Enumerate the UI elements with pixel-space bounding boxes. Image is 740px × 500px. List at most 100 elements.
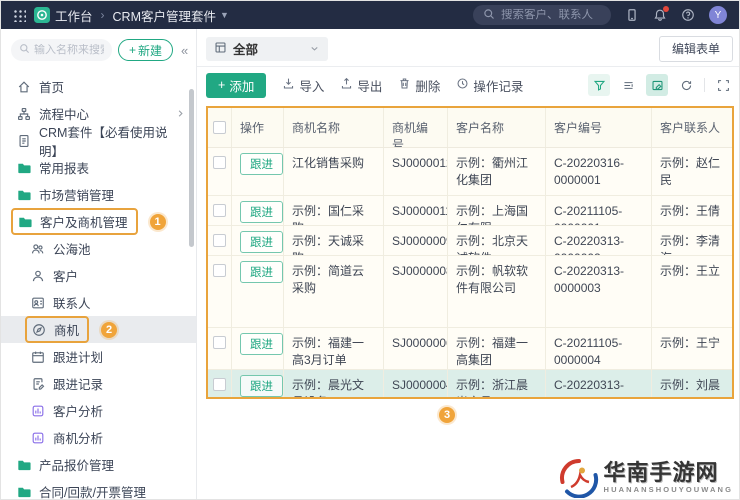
folder-icon bbox=[17, 485, 31, 499]
opportunity-code-cell[interactable]: SJ0000008 bbox=[384, 256, 448, 327]
customer-code-cell[interactable]: C-20220313-0000003 bbox=[546, 256, 652, 327]
sidebar-item-customer-analysis[interactable]: 客户分析 bbox=[1, 397, 196, 424]
table-row: 跟进 示例：简道云采购 SJ0000008 示例：帆软软件有限公司 C-2022… bbox=[208, 256, 732, 328]
row-checkbox[interactable] bbox=[213, 234, 226, 247]
column-header-opportunity-code[interactable]: 商机编号 bbox=[384, 108, 448, 147]
help-icon[interactable] bbox=[681, 8, 695, 22]
customer-contact-cell[interactable]: 示例：刘晨 bbox=[652, 370, 732, 397]
plus-icon: + bbox=[129, 43, 137, 57]
sidebar-item-marketing-mgmt[interactable]: 市场营销管理 bbox=[1, 181, 196, 208]
sidebar-item-follow-plan[interactable]: 跟进计划 bbox=[1, 343, 196, 370]
sidebar-item-customer-opportunity-mgmt[interactable]: 客户及商机管理 1 bbox=[1, 208, 196, 235]
customer-contact-cell[interactable]: 示例：王宁 bbox=[652, 328, 732, 369]
opportunity-name-cell[interactable]: 示例：天诚采购 bbox=[284, 226, 384, 255]
column-header-customer-contact[interactable]: 客户联系人 bbox=[652, 108, 732, 147]
collapse-sidebar-icon[interactable]: « bbox=[179, 43, 190, 58]
sidebar-search[interactable] bbox=[11, 39, 112, 61]
sidebar-item-contract-mgmt[interactable]: 合同/回款/开票管理 bbox=[1, 478, 196, 499]
sidebar-item-follow-records[interactable]: 跟进记录 bbox=[1, 370, 196, 397]
customer-contact-cell[interactable]: 示例：王倩 bbox=[652, 196, 732, 225]
sidebar-item-product-quote-mgmt[interactable]: 产品报价管理 bbox=[1, 451, 196, 478]
customer-contact-cell[interactable]: 示例：李清海 bbox=[652, 226, 732, 255]
sidebar-item-public-pool[interactable]: 公海池 bbox=[1, 235, 196, 262]
edit-form-button[interactable]: 编辑表单 bbox=[658, 35, 733, 62]
column-header-action[interactable]: 操作 bbox=[232, 108, 284, 147]
notifications-bell-icon[interactable] bbox=[653, 6, 669, 22]
chevron-down-icon: ▼ bbox=[219, 10, 229, 20]
column-header-opportunity-name[interactable]: 商机名称 bbox=[284, 108, 384, 147]
refresh-icon[interactable] bbox=[675, 74, 697, 96]
sidebar-item-crm-guide[interactable]: CRM套件【必看使用说明】 bbox=[1, 126, 196, 159]
watermark-title: 华南手游网 bbox=[603, 460, 719, 486]
column-settings-icon[interactable] bbox=[617, 74, 639, 96]
sidebar-item-home[interactable]: 首页 bbox=[1, 73, 196, 100]
customer-name-cell[interactable]: 示例：北京天诚软件... bbox=[448, 226, 546, 255]
opportunity-code-cell[interactable]: SJ0000011 bbox=[384, 196, 448, 225]
opportunity-name-cell[interactable]: 示例：福建一高3月订单 bbox=[284, 328, 384, 369]
global-search-input[interactable] bbox=[501, 9, 601, 21]
sidebar-item-contacts[interactable]: 联系人 bbox=[1, 289, 196, 316]
customer-name-cell[interactable]: 示例：上海国仁有限... bbox=[448, 196, 546, 225]
sidebar-item-customers[interactable]: 客户 bbox=[1, 262, 196, 289]
sidebar-search-input[interactable] bbox=[34, 44, 104, 56]
sidebar-scrollbar[interactable] bbox=[189, 89, 194, 247]
workspace-link[interactable]: 工作台 bbox=[34, 6, 93, 25]
customer-contact-cell[interactable]: 示例：王立 bbox=[652, 256, 732, 327]
customer-contact-cell[interactable]: 示例：赵仁民 bbox=[652, 148, 732, 195]
row-checkbox[interactable] bbox=[213, 204, 226, 217]
opportunity-name-cell[interactable]: 江化销售采购 bbox=[284, 148, 384, 195]
customer-code-cell[interactable]: C-20211105-0000004 bbox=[546, 328, 652, 369]
opportunity-name-cell[interactable]: 示例：国仁采购 bbox=[284, 196, 384, 225]
customer-code-cell[interactable]: C-20220313-0000004 bbox=[546, 370, 652, 397]
customer-name-cell[interactable]: 示例：浙江晨光文具... bbox=[448, 370, 546, 397]
record-icon bbox=[31, 377, 45, 391]
opportunity-name-cell[interactable]: 示例：简道云采购 bbox=[284, 256, 384, 327]
app-launcher-grid-icon[interactable] bbox=[13, 8, 26, 22]
opportunity-code-cell[interactable]: SJ0000006 bbox=[384, 328, 448, 369]
export-button[interactable]: 导出 bbox=[340, 76, 382, 95]
view-filter-label: 全部 bbox=[233, 43, 259, 57]
import-button[interactable]: 导入 bbox=[282, 76, 324, 95]
plus-icon: + bbox=[218, 78, 226, 92]
customer-name-cell[interactable]: 示例：衢州江化集团 bbox=[448, 148, 546, 195]
follow-up-button[interactable]: 跟进 bbox=[240, 201, 283, 223]
follow-up-button[interactable]: 跟进 bbox=[240, 333, 283, 355]
row-checkbox[interactable] bbox=[213, 156, 226, 169]
new-button[interactable]: + 新建 bbox=[118, 39, 174, 61]
customer-code-cell[interactable]: C-20220316-0000001 bbox=[546, 148, 652, 195]
annotation-badge-1: 1 bbox=[149, 213, 166, 230]
mobile-app-icon[interactable] bbox=[625, 8, 639, 22]
row-checkbox[interactable] bbox=[213, 264, 226, 277]
follow-up-button[interactable]: 跟进 bbox=[240, 261, 283, 283]
column-header-customer-name[interactable]: 客户名称 bbox=[448, 108, 546, 147]
sidebar-item-opportunity-analysis[interactable]: 商机分析 bbox=[1, 424, 196, 451]
global-search[interactable] bbox=[473, 5, 611, 25]
breadcrumb-app-title[interactable]: CRM客户管理套件 ▼ bbox=[113, 6, 229, 25]
row-checkbox[interactable] bbox=[213, 378, 226, 391]
topbar: 工作台 › CRM客户管理套件 ▼ Y bbox=[1, 1, 739, 29]
column-header-customer-code[interactable]: 客户编号 bbox=[546, 108, 652, 147]
opportunity-code-cell[interactable]: SJ0000004 bbox=[384, 370, 448, 397]
follow-up-button[interactable]: 跟进 bbox=[240, 153, 283, 175]
delete-button[interactable]: 删除 bbox=[398, 76, 440, 95]
chevron-down-icon bbox=[309, 43, 320, 54]
sidebar-item-opportunities[interactable]: 商机 2 bbox=[1, 316, 196, 343]
customer-name-cell[interactable]: 示例：福建一高集团 bbox=[448, 328, 546, 369]
add-button[interactable]: + 添加 bbox=[206, 72, 267, 98]
customer-name-cell[interactable]: 示例：帆软软件有限公司 bbox=[448, 256, 546, 327]
row-checkbox[interactable] bbox=[213, 336, 226, 349]
follow-up-button[interactable]: 跟进 bbox=[240, 375, 283, 397]
fullscreen-icon[interactable] bbox=[712, 74, 734, 96]
filter-icon[interactable] bbox=[588, 74, 610, 96]
customer-code-cell[interactable]: C-20211105-0000001 bbox=[546, 196, 652, 225]
user-avatar[interactable]: Y bbox=[709, 6, 727, 24]
form-view-icon[interactable] bbox=[646, 74, 668, 96]
operation-log-button[interactable]: 操作记录 bbox=[456, 76, 523, 95]
opportunity-code-cell[interactable]: SJ0000009 bbox=[384, 226, 448, 255]
view-filter-dropdown[interactable]: 全部 bbox=[206, 36, 328, 61]
select-all-checkbox[interactable] bbox=[213, 121, 226, 134]
customer-code-cell[interactable]: C-20220313-0000002 bbox=[546, 226, 652, 255]
follow-up-button[interactable]: 跟进 bbox=[240, 231, 283, 253]
opportunity-name-cell[interactable]: 示例：晨光文具设备... bbox=[284, 370, 384, 397]
opportunity-code-cell[interactable]: SJ0000012 bbox=[384, 148, 448, 195]
